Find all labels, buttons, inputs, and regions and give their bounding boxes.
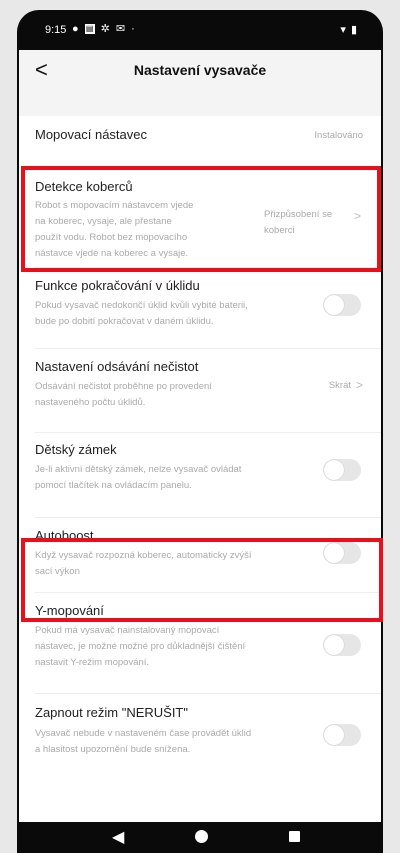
resume-toggle[interactable] <box>323 294 361 316</box>
y-mopping-toggle[interactable] <box>323 634 361 656</box>
toggle-knob <box>324 460 344 480</box>
notification-dot-icon: ● <box>72 22 79 35</box>
status-right-icons: ▾ ▮ <box>340 23 357 36</box>
setting-value: Instalováno <box>314 130 363 141</box>
app-header: < Nastavení vysavače <box>19 50 381 92</box>
dot-icon: · <box>131 22 135 35</box>
phone-frame: 9:15 ● ▤ ✲ ✉ · ▾ ▮ < Nastavení vysavače … <box>17 10 383 853</box>
setting-title: Zapnout režim "NERUŠIT" <box>35 705 188 720</box>
setting-description: Odsávání nečistot proběhne po provedení … <box>35 381 212 408</box>
toggle-knob <box>324 295 344 315</box>
setting-description: Je-li aktivní dětský zámek, nelze vysava… <box>35 464 242 491</box>
nav-home-icon[interactable] <box>195 830 208 843</box>
calendar-icon: ▤ <box>84 23 95 34</box>
setting-child-lock: Dětský zámek Je-li aktivní dětský zámek,… <box>19 433 381 517</box>
setting-value: Skrát <box>328 380 351 391</box>
wifi-icon: ▾ <box>340 24 346 36</box>
do-not-disturb-toggle[interactable] <box>323 724 361 746</box>
setting-title: Funkce pokračování v úklidu <box>35 278 200 293</box>
setting-mop-attachment[interactable]: Mopovací nástavec Instalováno <box>19 116 381 166</box>
setting-description: Pokud vysavač nedokončí úklid kvůli vybi… <box>35 300 248 327</box>
setting-resume-cleaning: Funkce pokračování v úklidu Pokud vysava… <box>19 268 381 348</box>
toggle-knob <box>324 725 344 745</box>
highlight-carpet-detection <box>21 166 381 272</box>
nav-recent-icon[interactable] <box>289 831 300 842</box>
status-time: 9:15 <box>45 24 67 36</box>
chevron-right-icon: > <box>355 378 363 392</box>
setting-do-not-disturb: Zapnout režim "NERUŠIT" Vysavač nebude v… <box>19 694 381 784</box>
setting-title: Mopovací nástavec <box>35 127 148 142</box>
status-icons: ● ▤ ✲ ✉ · <box>72 22 135 36</box>
toggle-knob <box>324 635 344 655</box>
battery-icon: ▮ <box>350 24 357 36</box>
setting-dirt-suction[interactable]: Nastavení odsávání nečistot Odsávání neč… <box>19 349 381 432</box>
setting-title: Nastavení odsávání nečistot <box>35 359 199 374</box>
mail-icon: ✉ <box>115 23 126 35</box>
setting-description: Pokud má vysavač nainstalovaný mopovací … <box>35 625 246 668</box>
setting-title: Dětský zámek <box>35 442 117 457</box>
highlight-autoboost <box>21 538 383 622</box>
page-title: Nastavení vysavače <box>133 62 267 78</box>
nav-back-icon[interactable]: ◀ <box>112 827 124 847</box>
android-nav-bar: ◀ <box>17 822 383 853</box>
setting-description: Vysavač nebude v nastaveném čase provádě… <box>35 728 252 755</box>
status-bar: 9:15 ● ▤ ✲ ✉ · ▾ ▮ <box>17 10 383 50</box>
settings-icon: ✲ <box>100 23 110 35</box>
child-lock-toggle[interactable] <box>323 459 361 481</box>
